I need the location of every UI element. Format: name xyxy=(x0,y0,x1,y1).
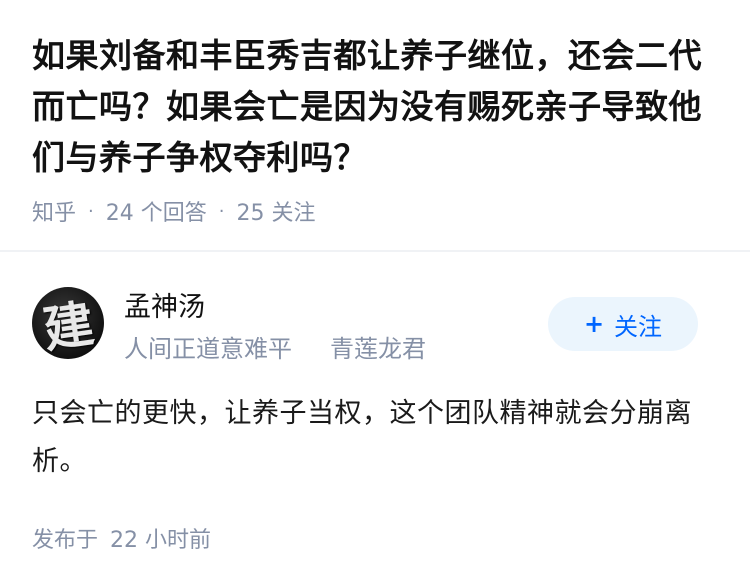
answer-page: 如果刘备和丰臣秀吉都让养子继位，还会二代而亡吗？如果会亡是因为没有赐死亲子导致他… xyxy=(0,0,750,588)
publish-prefix: 发布于 xyxy=(32,528,99,553)
author-tags: 人间正道意难平 青莲龙君 xyxy=(124,329,426,364)
answer-content[interactable]: 只会亡的更快，让养子当权，这个团队精神就会分崩离析。 xyxy=(32,390,722,486)
avatar-image-char: 建 xyxy=(39,293,98,359)
separator-dot: · xyxy=(88,200,94,222)
source-label[interactable]: 知乎 xyxy=(32,195,76,227)
avatar[interactable]: 建 xyxy=(32,287,104,359)
question-title[interactable]: 如果刘备和丰臣秀吉都让养子继位，还会二代而亡吗？如果会亡是因为没有赐死亲子导致他… xyxy=(32,30,722,183)
publish-info: 发布于 22 小时前 xyxy=(32,522,211,554)
question-meta: 知乎 · 24 个回答 · 25 关注 xyxy=(32,195,315,227)
author-tag: 青莲龙君 xyxy=(330,335,426,363)
follow-label: 关注 xyxy=(614,312,663,341)
follow-button[interactable]: + 关注 xyxy=(548,297,698,351)
answer-count[interactable]: 24 个回答 xyxy=(106,195,207,227)
separator-dot: · xyxy=(218,200,225,222)
publish-time: 22 小时前 xyxy=(110,528,212,553)
section-divider xyxy=(0,250,750,252)
follower-count: 25 关注 xyxy=(236,201,316,226)
author-name[interactable]: 孟神汤 xyxy=(124,285,205,324)
question-header: 如果刘备和丰臣秀吉都让养子继位，还会二代而亡吗？如果会亡是因为没有赐死亲子导致他… xyxy=(32,30,722,183)
author-tag: 人间正道意难平 xyxy=(124,335,292,363)
plus-icon: + xyxy=(583,310,605,338)
